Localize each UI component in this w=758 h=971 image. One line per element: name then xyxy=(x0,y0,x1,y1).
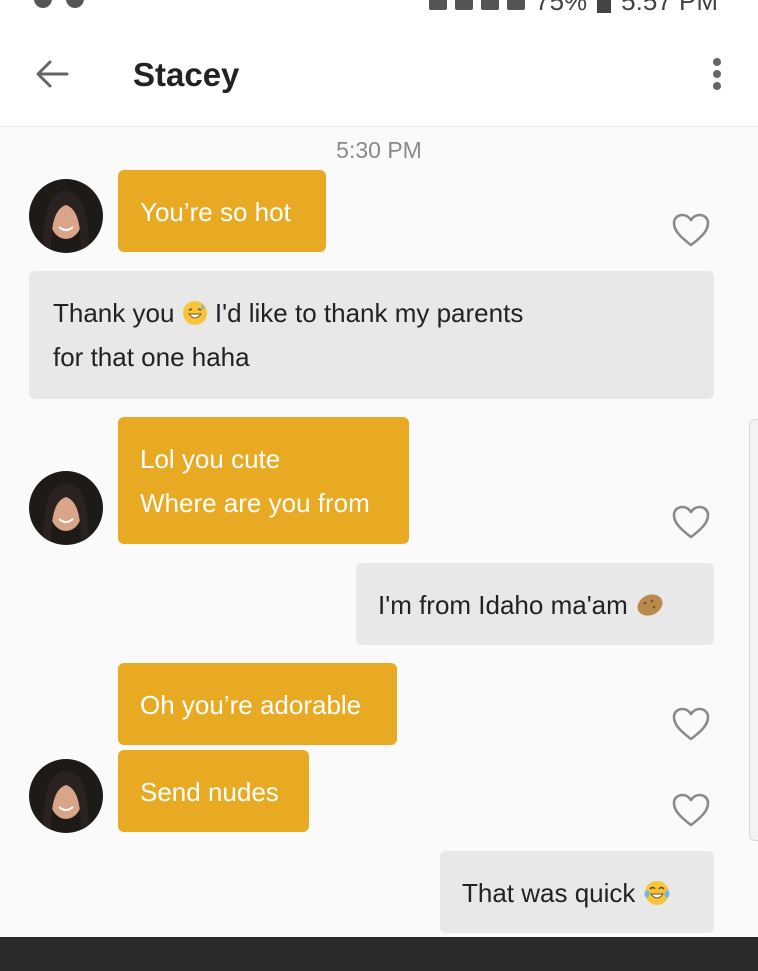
message-text: Oh you’re adorable xyxy=(140,690,362,720)
battery-percent: 75% xyxy=(535,0,588,16)
message-bubble-incoming[interactable]: You’re so hot xyxy=(118,170,326,252)
heart-outline-icon[interactable] xyxy=(671,212,711,248)
status-left-icons xyxy=(34,0,84,8)
message-text: That was quick xyxy=(462,878,636,908)
message-text: I'd like to thank my parents xyxy=(214,298,524,328)
message-line-1: Thank you I'd like to thank my parents xyxy=(53,291,690,335)
page-title: Stacey xyxy=(133,56,240,93)
wifi-icon xyxy=(481,0,500,10)
system-nav-bar xyxy=(0,937,758,971)
signal-icons xyxy=(429,0,526,10)
arrow-left-icon xyxy=(36,60,69,88)
chat-thread[interactable]: 5:30 PM You’re so hot Thank you I'd like… xyxy=(0,127,758,937)
message-text: Send nudes xyxy=(140,777,279,807)
spotify-icon xyxy=(34,0,52,8)
message-line-2: Where are you from xyxy=(140,488,370,518)
message-text: I'm from Idaho ma'am xyxy=(378,590,628,620)
heart-outline-icon[interactable] xyxy=(671,706,711,742)
status-bar: 75% 5:57 PM xyxy=(0,0,758,18)
message-bubble-outgoing[interactable]: I'm from Idaho ma'am xyxy=(356,563,714,645)
message-text: You’re so hot xyxy=(140,197,291,227)
mute-icon xyxy=(455,0,474,10)
profile-photo xyxy=(29,471,103,545)
message-line-1: Lol you cute xyxy=(140,444,281,474)
status-right: 75% 5:57 PM xyxy=(429,0,718,17)
message-text: Thank you xyxy=(53,298,175,328)
heart-outline-icon[interactable] xyxy=(671,792,711,828)
profile-photo xyxy=(29,179,103,253)
avatar[interactable] xyxy=(29,179,103,253)
app-bar: Stacey xyxy=(0,18,758,127)
avatar[interactable] xyxy=(29,471,103,545)
overflow-menu-button[interactable] xyxy=(700,52,734,96)
message-line-2: for that one haha xyxy=(53,342,250,372)
message-bubble-incoming[interactable]: Oh you’re adorable xyxy=(118,663,397,745)
profile-photo xyxy=(29,759,103,833)
message-bubble-outgoing[interactable]: That was quick xyxy=(440,851,714,933)
message-bubble-incoming[interactable]: Lol you cute Where are you from xyxy=(118,417,409,544)
clock: 5:57 PM xyxy=(621,0,718,16)
notification-icon xyxy=(66,0,84,8)
tears-of-joy-emoji xyxy=(644,881,670,906)
signal-icon xyxy=(507,0,526,10)
message-bubble-outgoing[interactable]: Thank you I'd like to thank my parents f… xyxy=(29,271,714,399)
battery-icon xyxy=(597,0,612,13)
more-vert-icon xyxy=(713,58,721,90)
message-bubble-incoming[interactable]: Send nudes xyxy=(118,750,309,832)
back-button[interactable] xyxy=(30,52,74,96)
scrollbar[interactable] xyxy=(749,419,758,841)
heart-outline-icon[interactable] xyxy=(671,504,711,540)
potato-emoji xyxy=(637,594,663,616)
message-timestamp: 5:30 PM xyxy=(336,137,422,163)
avatar[interactable] xyxy=(29,759,103,833)
grinning-sweat-emoji xyxy=(182,301,207,326)
nfc-icon xyxy=(429,0,448,10)
